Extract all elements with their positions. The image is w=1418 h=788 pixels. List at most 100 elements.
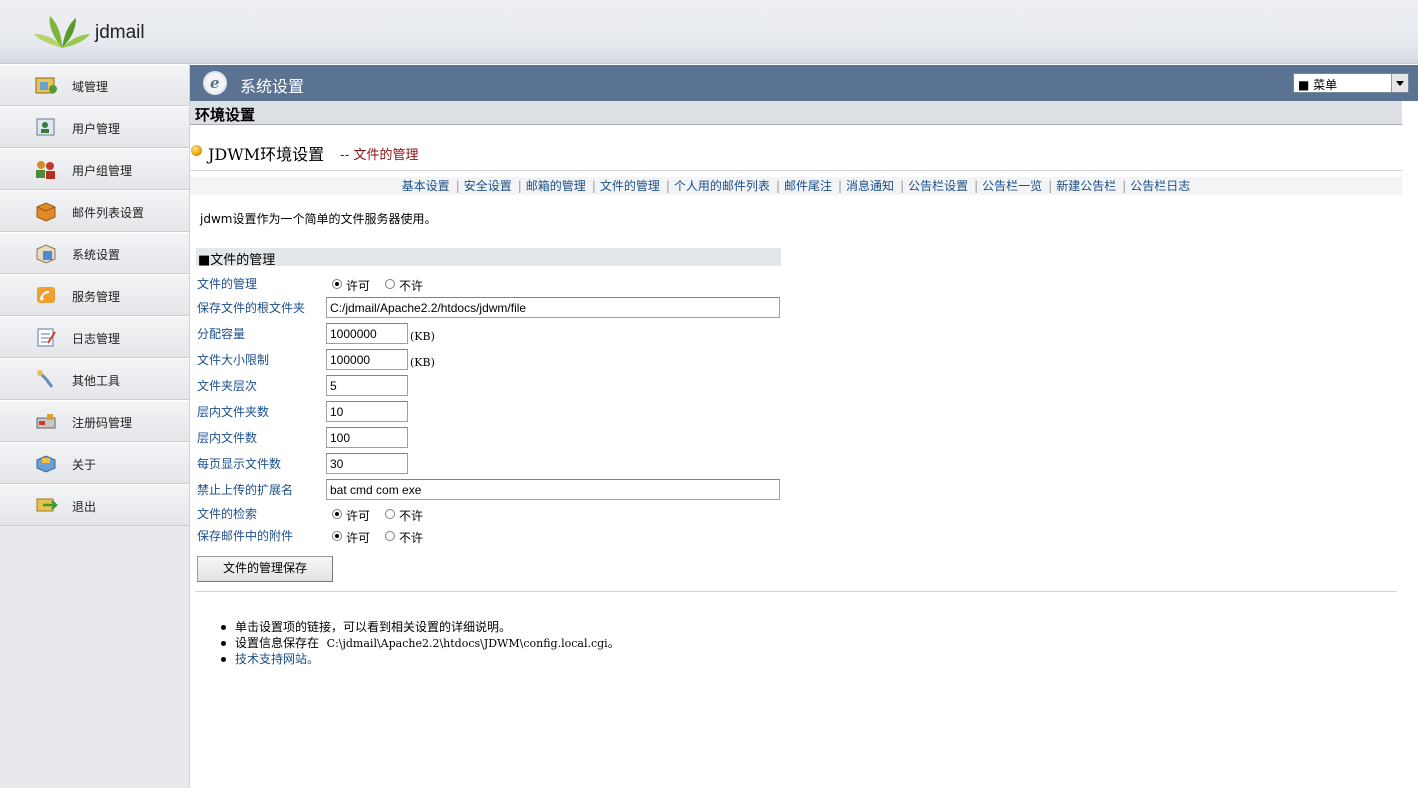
nav-separator: |: [591, 179, 596, 193]
files-per-level-input[interactable]: [326, 427, 408, 448]
page-subtitle: -- 文件的管理: [340, 148, 419, 163]
max-size-label[interactable]: 文件大小限制: [197, 351, 269, 368]
files-per-level-label[interactable]: 层内文件数: [197, 429, 257, 446]
sidebar: 域管理 用户管理 用户组管理 邮件列表设置 系统设置 服务管理 日志管理 其他工…: [0, 64, 190, 788]
sidebar-item-label: 退出: [72, 500, 97, 514]
nav-link-notifications[interactable]: 消息通知: [846, 179, 894, 193]
sidebar-item-about[interactable]: 关于: [0, 442, 189, 484]
sidebar-item-label: 关于: [72, 458, 97, 472]
quota-input[interactable]: [326, 323, 408, 344]
nav-link-personal-mail-list[interactable]: 个人用的邮件列表: [674, 179, 770, 193]
form-section-header: ■文件的管理: [196, 248, 781, 268]
note-text: 单击设置项的链接，可以看到相关设置的详细说明。: [235, 620, 512, 634]
divider: [190, 170, 1402, 171]
section-band: 环境设置: [190, 101, 1402, 125]
nav-link-basic[interactable]: 基本设置: [402, 179, 450, 193]
menu-select-value: ■ 菜单: [1298, 78, 1338, 92]
sidebar-item-logs[interactable]: 日志管理: [0, 316, 189, 358]
nav-link-bulletin-settings[interactable]: 公告栏设置: [908, 179, 968, 193]
quota-label[interactable]: 分配容量: [197, 325, 245, 342]
nav-link-mailbox[interactable]: 邮箱的管理: [526, 179, 586, 193]
nav-separator: |: [838, 179, 843, 193]
sidebar-item-services[interactable]: 服务管理: [0, 274, 189, 316]
header-bar: e 系统设置 ■ 菜单: [190, 65, 1418, 101]
files-per-page-label[interactable]: 每页显示文件数: [197, 455, 281, 472]
save-attachments-deny-radio[interactable]: [385, 531, 395, 541]
menu-select[interactable]: ■ 菜单: [1293, 73, 1409, 93]
folder-depth-input[interactable]: [326, 375, 408, 396]
nav-separator: |: [665, 179, 670, 193]
settings-e-icon: e: [203, 71, 227, 95]
file-search-allow-radio[interactable]: [332, 509, 342, 519]
radio-label-allow: 许可: [346, 509, 371, 523]
nav-link-mail-footer[interactable]: 邮件尾注: [784, 179, 832, 193]
about-icon: [36, 455, 56, 473]
file-search-deny-radio[interactable]: [385, 509, 395, 519]
sidebar-item-logout[interactable]: 退出: [0, 484, 189, 526]
header-title: 系统设置: [240, 77, 305, 96]
save-attachments-label[interactable]: 保存邮件中的附件: [197, 527, 293, 544]
jdmail-logo-icon: [34, 16, 90, 48]
form-section-title: ■文件的管理: [198, 253, 276, 268]
radio-label-deny: 不许: [399, 279, 424, 293]
nav-separator: |: [1122, 179, 1127, 193]
top-bar: jdmail: [0, 0, 1418, 64]
files-per-page-input[interactable]: [326, 453, 408, 474]
config-path: C:\jdmail\Apache2.2\htdocs\JDWM\config.l…: [326, 637, 608, 650]
nav-separator: |: [775, 179, 780, 193]
file-management-label[interactable]: 文件的管理: [197, 275, 257, 292]
tools-icon: [37, 370, 54, 388]
settings-nav: 基本设置 | 安全设置 | 邮箱的管理 | 文件的管理 | 个人用的邮件列表 | 邮件尾注 | 消息通知…: [190, 177, 1402, 195]
chevron-down-icon[interactable]: [1391, 74, 1408, 92]
max-size-input[interactable]: [326, 349, 408, 370]
sidebar-item-label: 其他工具: [72, 374, 121, 388]
save-attachments-allow-radio[interactable]: [332, 531, 342, 541]
section-band-title: 环境设置: [195, 106, 256, 124]
sidebar-item-label: 域管理: [72, 80, 109, 94]
radio-label-deny: 不许: [399, 509, 424, 523]
sidebar-item-label: 用户组管理: [72, 164, 133, 178]
blocked-ext-input[interactable]: [326, 479, 780, 500]
sidebar-item-mail-lists[interactable]: 邮件列表设置: [0, 190, 189, 232]
nav-separator: |: [517, 179, 522, 193]
folders-per-level-input[interactable]: [326, 401, 408, 422]
service-icon: [37, 287, 55, 303]
license-icon: [36, 414, 56, 429]
list-item: 设置信息保存在 C:\jdmail\Apache2.2\htdocs\JDWM\…: [220, 634, 620, 650]
root-folder-label[interactable]: 保存文件的根文件夹: [197, 299, 305, 316]
sidebar-item-system-settings[interactable]: 系统设置: [0, 232, 189, 274]
nav-link-bulletin-log[interactable]: 公告栏日志: [1130, 179, 1190, 193]
root-folder-input[interactable]: [326, 297, 780, 318]
nav-link-file-management[interactable]: 文件的管理: [600, 179, 660, 193]
nav-separator: |: [1048, 179, 1053, 193]
mail-list-icon: [36, 202, 56, 222]
nav-link-security[interactable]: 安全设置: [464, 179, 512, 193]
folder-depth-label[interactable]: 文件夹层次: [197, 377, 257, 394]
divider: [195, 591, 1397, 592]
max-size-unit: (KB): [410, 356, 435, 369]
sidebar-item-user-groups[interactable]: 用户组管理: [0, 148, 189, 190]
file-search-label[interactable]: 文件的检索: [197, 505, 257, 522]
domain-icon: [35, 77, 57, 94]
log-icon: [37, 328, 56, 347]
nav-separator: |: [974, 179, 979, 193]
save-button[interactable]: 文件的管理保存: [197, 556, 333, 582]
brand-name: jdmail: [95, 22, 145, 43]
sidebar-item-label: 系统设置: [72, 248, 121, 262]
sidebar-item-domain[interactable]: 域管理: [0, 64, 189, 106]
sidebar-item-label: 注册码管理: [72, 416, 133, 430]
file-management-deny-radio[interactable]: [385, 279, 395, 289]
sidebar-item-label: 服务管理: [72, 290, 121, 304]
support-site-link[interactable]: 技术支持网站。: [235, 652, 319, 666]
notes-list: 单击设置项的链接，可以看到相关设置的详细说明。 设置信息保存在 C:\jdmai…: [220, 618, 620, 666]
sidebar-item-license[interactable]: 注册码管理: [0, 400, 189, 442]
nav-link-bulletin-list[interactable]: 公告栏一览: [982, 179, 1042, 193]
system-settings-icon: [36, 244, 56, 264]
folders-per-level-label[interactable]: 层内文件夹数: [197, 403, 269, 420]
radio-label-allow: 许可: [346, 279, 371, 293]
file-management-allow-radio[interactable]: [332, 279, 342, 289]
nav-link-new-bulletin[interactable]: 新建公告栏: [1056, 179, 1116, 193]
blocked-ext-label[interactable]: 禁止上传的扩展名: [197, 481, 293, 498]
sidebar-item-users[interactable]: 用户管理: [0, 106, 189, 148]
sidebar-item-tools[interactable]: 其他工具: [0, 358, 189, 400]
